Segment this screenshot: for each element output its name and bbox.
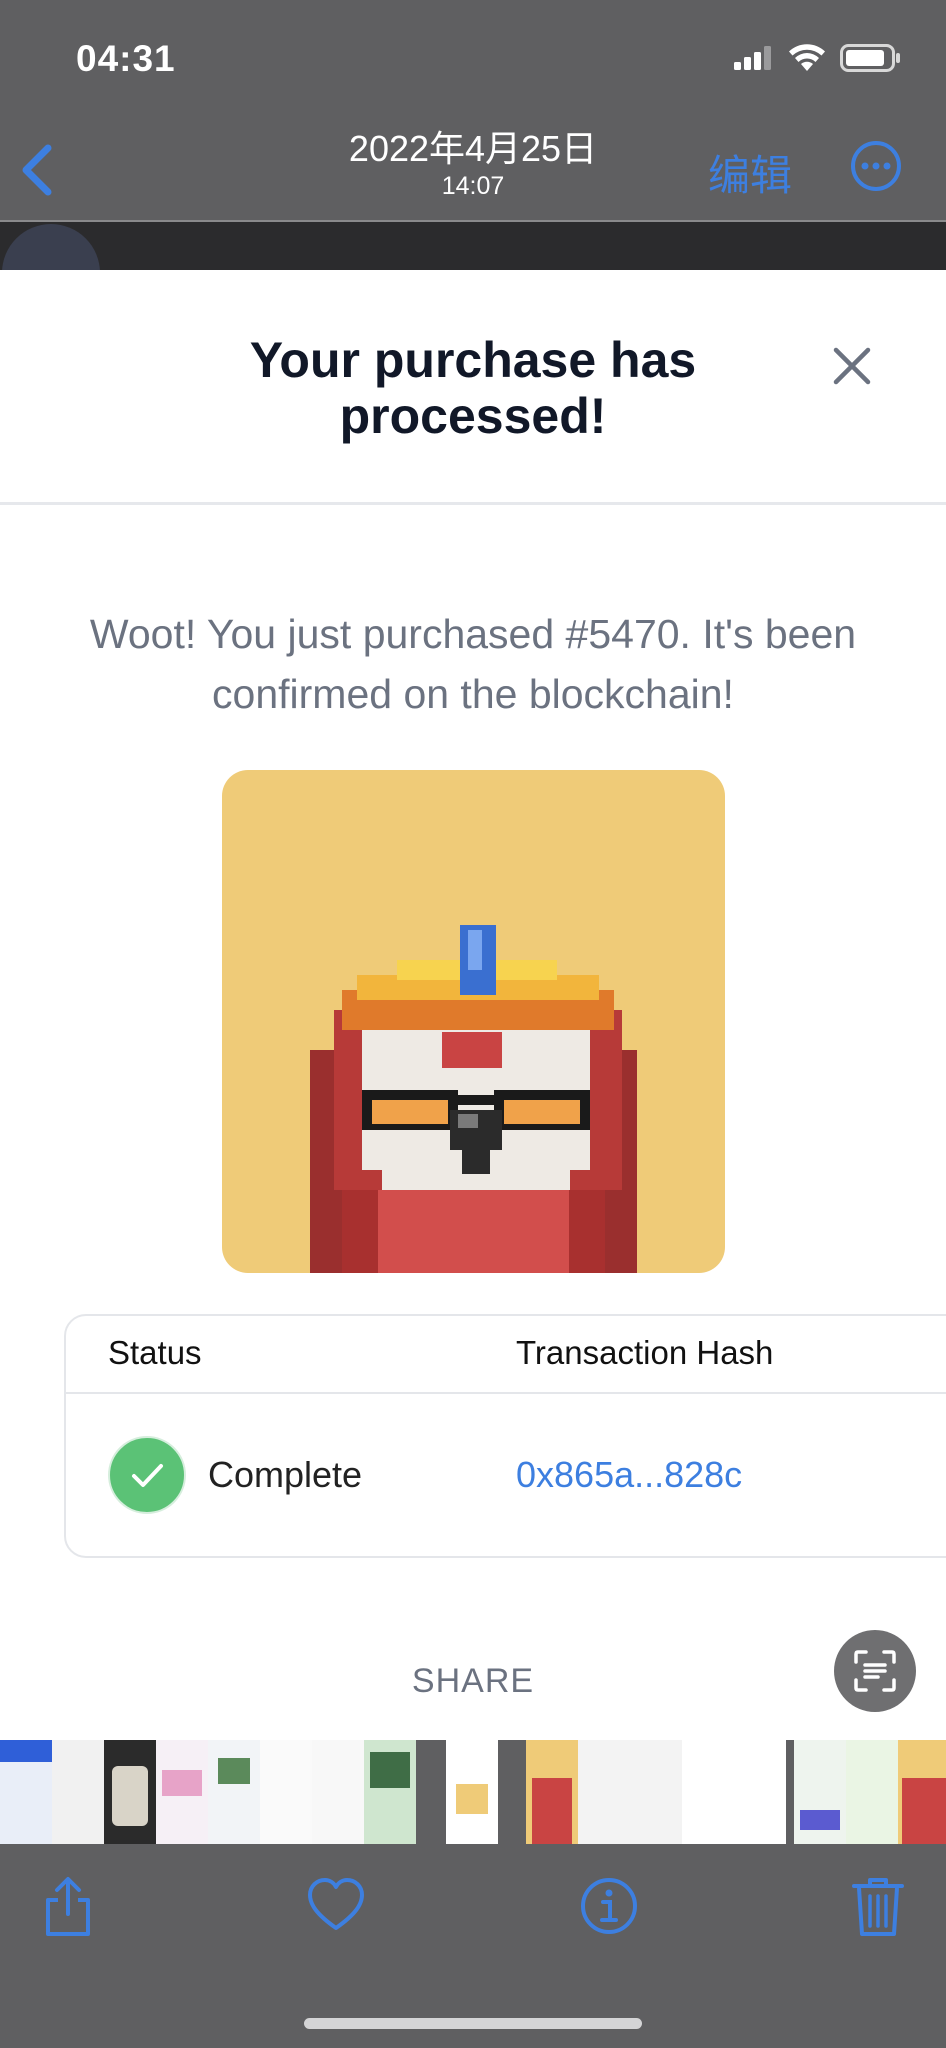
thumbnail[interactable] [682, 1740, 734, 1844]
more-icon[interactable] [850, 140, 902, 192]
photo-toolbar [0, 1844, 946, 2048]
thumbnail[interactable] [846, 1740, 898, 1844]
status-value: Complete [208, 1454, 363, 1495]
check-icon [132, 1464, 163, 1487]
status-time: 04:31 [76, 38, 176, 79]
thumbnail[interactable] [208, 1740, 260, 1844]
owl-artwork [310, 925, 637, 1273]
avatar [2, 224, 100, 270]
thumbnail-strip[interactable] [0, 1740, 946, 1844]
modal-divider [0, 502, 946, 505]
complete-status-badge [108, 1436, 186, 1514]
photo-nav-bar: 2022年4月25日 14:07 编辑 [0, 110, 946, 220]
card-divider [66, 1392, 946, 1394]
thumbnail[interactable] [312, 1740, 364, 1844]
share-button[interactable]: SHARE [0, 1662, 946, 1701]
purchase-message: Woot! You just purchased #5470. It's bee… [89, 611, 857, 717]
close-icon[interactable] [828, 342, 876, 390]
thumbnail[interactable] [734, 1740, 786, 1844]
status-bar: 04:31 [0, 0, 946, 110]
photo-time: 14:07 [441, 172, 505, 200]
scan-text-icon [854, 1650, 896, 1692]
thumbnail[interactable] [260, 1740, 312, 1844]
transaction-hash-link[interactable]: 0x865a...828c [516, 1454, 742, 1496]
share-icon[interactable] [38, 1874, 98, 1938]
thumbnail[interactable] [630, 1740, 682, 1844]
cellular-signal-icon [734, 46, 771, 70]
heart-icon[interactable] [306, 1874, 366, 1938]
photo-content: Your purchase has processed! Woot! You j… [0, 270, 946, 1740]
home-indicator [304, 2018, 642, 2029]
status-icons [734, 44, 902, 72]
edit-button[interactable]: 编辑 [708, 142, 792, 203]
battery-icon [840, 44, 900, 72]
thumbnail[interactable] [52, 1740, 104, 1844]
thumbnail[interactable] [578, 1740, 630, 1844]
thumbnail[interactable] [898, 1740, 946, 1844]
trash-icon[interactable] [848, 1874, 908, 1938]
thumbnail[interactable] [446, 1740, 498, 1844]
live-text-button[interactable] [834, 1630, 916, 1712]
thumbnail-current[interactable] [526, 1740, 578, 1844]
thumbnail[interactable] [0, 1740, 52, 1844]
transaction-hash-header: Transaction Hash [516, 1334, 774, 1371]
wifi-icon [789, 44, 825, 71]
status-header: Status [108, 1334, 202, 1371]
transaction-card: Status Transaction Hash Complete 0x865a.… [64, 1314, 946, 1558]
thumbnail[interactable] [104, 1740, 156, 1844]
background-app-strip [0, 222, 946, 270]
thumbnail[interactable] [364, 1740, 416, 1844]
thumbnail[interactable] [794, 1740, 846, 1844]
modal-title: Your purchase has processed! [249, 332, 697, 444]
thumbnail[interactable] [156, 1740, 208, 1844]
nft-image [222, 770, 725, 1273]
info-icon[interactable] [579, 1874, 639, 1938]
photo-date: 2022年4月25日 [348, 128, 598, 169]
